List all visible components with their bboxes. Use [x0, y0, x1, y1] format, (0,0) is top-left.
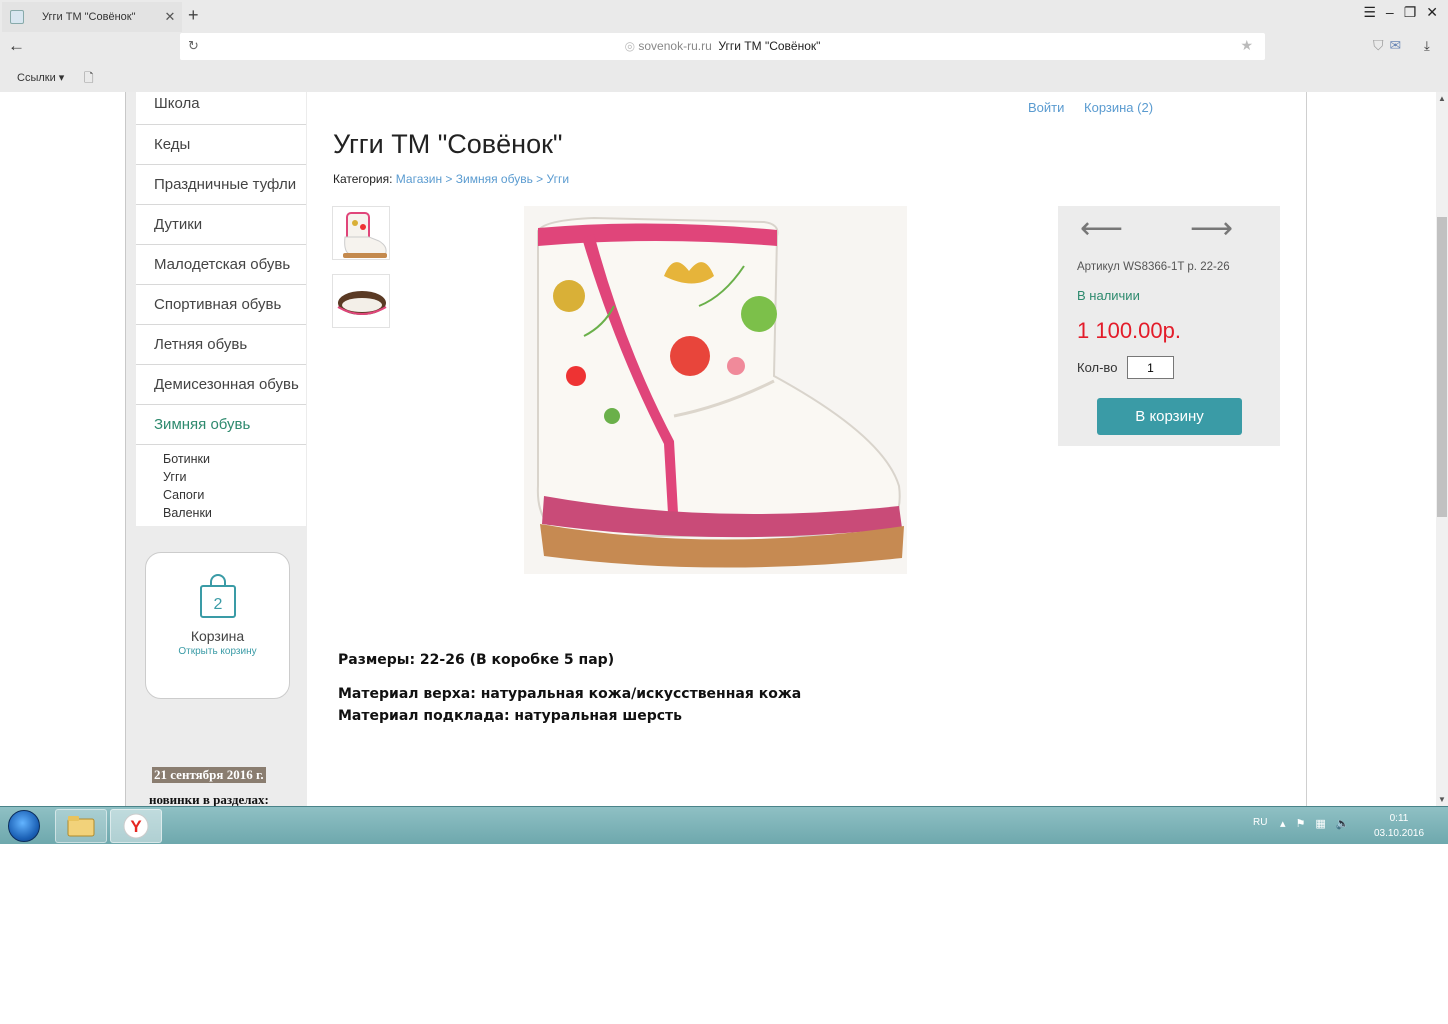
description-lining-material: Материал подклада: натуральная шерсть [338, 708, 682, 724]
system-clock[interactable]: 0:11 03.10.2016 [1368, 811, 1430, 841]
address-bar[interactable]: ↻ ◎ sovenok-ru.ru Угги ТМ "Совёнок" ★ [180, 33, 1265, 60]
minimize-icon[interactable]: – [1386, 4, 1394, 21]
submenu-item-boots[interactable]: Ботинки [163, 450, 298, 468]
cart-title: Корзина [190, 628, 245, 644]
scroll-down-icon[interactable]: ▼ [1438, 795, 1446, 804]
url-page-title: Угги ТМ "Совёнок" [718, 39, 821, 53]
show-hidden-icons-icon[interactable]: ▴ [1280, 817, 1286, 830]
header-links: Войти Корзина (2) [1028, 100, 1169, 115]
product-thumbnail[interactable] [332, 274, 390, 328]
next-product-arrow-icon[interactable]: ⟶ [1190, 211, 1233, 246]
restore-icon[interactable]: ❐ [1404, 4, 1417, 21]
submenu-item-uggs[interactable]: Угги [163, 468, 298, 486]
cart-widget[interactable]: 2 Корзина Открыть корзину [145, 552, 290, 699]
submenu-item-valenki[interactable]: Валенки [163, 504, 298, 522]
menu-item-sneakers[interactable]: Кеды [136, 125, 306, 165]
product-main-image[interactable] [524, 206, 907, 574]
bookmarks-bar: Ссылки ▾ 🗋 [0, 62, 1448, 92]
boot-thumbnail-image [343, 212, 387, 258]
menu-item-summer-shoes[interactable]: Летняя обувь [136, 325, 306, 365]
menu-item-demiseason-shoes[interactable]: Демисезонная обувь [136, 365, 306, 405]
browser-tabbar: Угги ТМ "Совёнок" ✕ + ☰ – ❐ ✕ [0, 0, 1448, 32]
file-explorer-taskbar-icon[interactable] [55, 809, 107, 843]
purchase-panel: ⟵ ⟶ Артикул WS8366-1T р. 22-26 В наличии… [1058, 206, 1280, 446]
shopping-bag-icon: 2 [199, 574, 236, 618]
shield-icon[interactable]: ⛉ [1373, 37, 1384, 54]
network-icon[interactable]: ▦ [1315, 817, 1325, 830]
menu-item-toddler-shoes[interactable]: Малодетская обувь [136, 245, 306, 285]
yandex-browser-taskbar-icon[interactable]: Y [110, 809, 162, 843]
description-upper-material: Материал верха: натуральная кожа/искусст… [338, 686, 802, 702]
bookmark-star-icon[interactable]: ★ [1240, 37, 1253, 54]
menu-item-moon-boots[interactable]: Дутики [136, 205, 306, 245]
breadcrumb-shop[interactable]: Магазин [396, 172, 442, 186]
close-window-icon[interactable]: ✕ [1426, 4, 1438, 21]
product-price: 1 100.00р. [1077, 318, 1181, 343]
lock-icon: ◎ [624, 39, 639, 53]
mail-icon[interactable]: ✉ [1390, 37, 1402, 54]
breadcrumb-uggs[interactable]: Угги [547, 172, 570, 186]
web-page: Школа Кеды Праздничные туфли Дутики Мало… [0, 92, 1436, 806]
breadcrumb: Категория: Магазин > Зимняя обувь > Угги [333, 172, 569, 186]
quantity-label: Кол-во [1077, 360, 1118, 375]
news-heading: новинки в разделах: [149, 792, 269, 806]
address-bar-row: ← ↻ ◎ sovenok-ru.ru Угги ТМ "Совёнок" ★ … [0, 32, 1448, 62]
cart-count: 2 [213, 596, 222, 613]
svg-text:Y: Y [130, 817, 142, 836]
menu-item-sport-shoes[interactable]: Спортивная обувь [136, 285, 306, 325]
boot-sole-thumbnail-image [337, 291, 387, 315]
product-title: Угги ТМ "Совёнок" [333, 129, 563, 159]
submenu-item-high-boots[interactable]: Сапоги [163, 486, 298, 504]
menu-item-festive-shoes[interactable]: Праздничные туфли [136, 165, 306, 205]
site-favicon-icon [10, 10, 24, 24]
window-controls: ☰ – ❐ ✕ [1363, 4, 1438, 21]
description-sizes: Размеры: 22-26 (В коробке 5 пар) [338, 652, 615, 668]
product-sku: Артикул WS8366-1T р. 22-26 [1077, 261, 1230, 273]
download-icon[interactable]: ⤓ [1424, 38, 1430, 54]
stock-status: В наличии [1077, 288, 1140, 303]
clock-time: 0:11 [1389, 813, 1409, 824]
keyboard-language[interactable]: RU [1253, 817, 1267, 828]
winter-submenu: Ботинки Угги Сапоги Валенки [136, 445, 298, 526]
page-scrollbar[interactable]: ▲ ▼ [1436, 92, 1448, 806]
breadcrumb-winter-shoes[interactable]: Зимняя обувь [456, 172, 533, 186]
windows-taskbar: Y RU ▴ ⚑ ▦ 🔈 0:11 03.10.2016 [0, 806, 1448, 844]
folder-icon [67, 816, 95, 837]
menu-item-school[interactable]: Школа [136, 92, 306, 125]
system-tray: ▴ ⚑ ▦ 🔈 [1280, 817, 1350, 830]
scroll-thumb[interactable] [1437, 217, 1447, 517]
login-link[interactable]: Войти [1028, 100, 1064, 115]
back-arrow-icon[interactable]: ← [8, 36, 25, 56]
header-cart-link[interactable]: Корзина (2) [1084, 100, 1153, 115]
quantity-input[interactable] [1127, 356, 1174, 379]
content-right-border [1306, 92, 1307, 806]
volume-icon[interactable]: 🔈 [1336, 817, 1350, 830]
product-thumbnail[interactable] [332, 206, 390, 260]
add-to-cart-button[interactable]: В корзину [1097, 398, 1242, 435]
clock-date: 03.10.2016 [1373, 828, 1425, 839]
start-button[interactable] [8, 810, 40, 842]
open-cart-link[interactable]: Открыть корзину [146, 646, 289, 657]
breadcrumb-separator: > [532, 172, 547, 186]
menu-item-winter-shoes[interactable]: Зимняя обувь [136, 405, 306, 445]
extension-icons: ⛉ ✉ [1373, 37, 1401, 54]
action-center-flag-icon[interactable]: ⚑ [1296, 817, 1306, 830]
browser-menu-icon[interactable]: ☰ [1363, 4, 1376, 21]
breadcrumb-label: Категория: [333, 172, 393, 186]
new-tab-icon[interactable]: + [188, 5, 199, 26]
url-text: ◎ sovenok-ru.ru Угги ТМ "Совёнок" [180, 39, 1265, 53]
yandex-browser-icon: Y [123, 813, 149, 839]
close-tab-icon[interactable]: ✕ [162, 9, 178, 25]
breadcrumb-separator: > [442, 172, 456, 186]
bookmarks-links-menu[interactable]: Ссылки ▾ [17, 71, 64, 84]
document-icon[interactable]: 🗋 [84, 69, 94, 90]
tab-title: Угги ТМ "Совёнок" [42, 11, 136, 23]
browser-tab[interactable]: Угги ТМ "Совёнок" ✕ [2, 2, 182, 32]
scroll-up-icon[interactable]: ▲ [1438, 94, 1446, 103]
category-menu: Школа Кеды Праздничные туфли Дутики Мало… [136, 92, 306, 526]
previous-product-arrow-icon[interactable]: ⟵ [1080, 211, 1123, 246]
ugg-boot-image [524, 206, 907, 574]
news-date: 21 сентября 2016 г. [152, 767, 266, 783]
url-domain: sovenok-ru.ru [638, 39, 712, 53]
